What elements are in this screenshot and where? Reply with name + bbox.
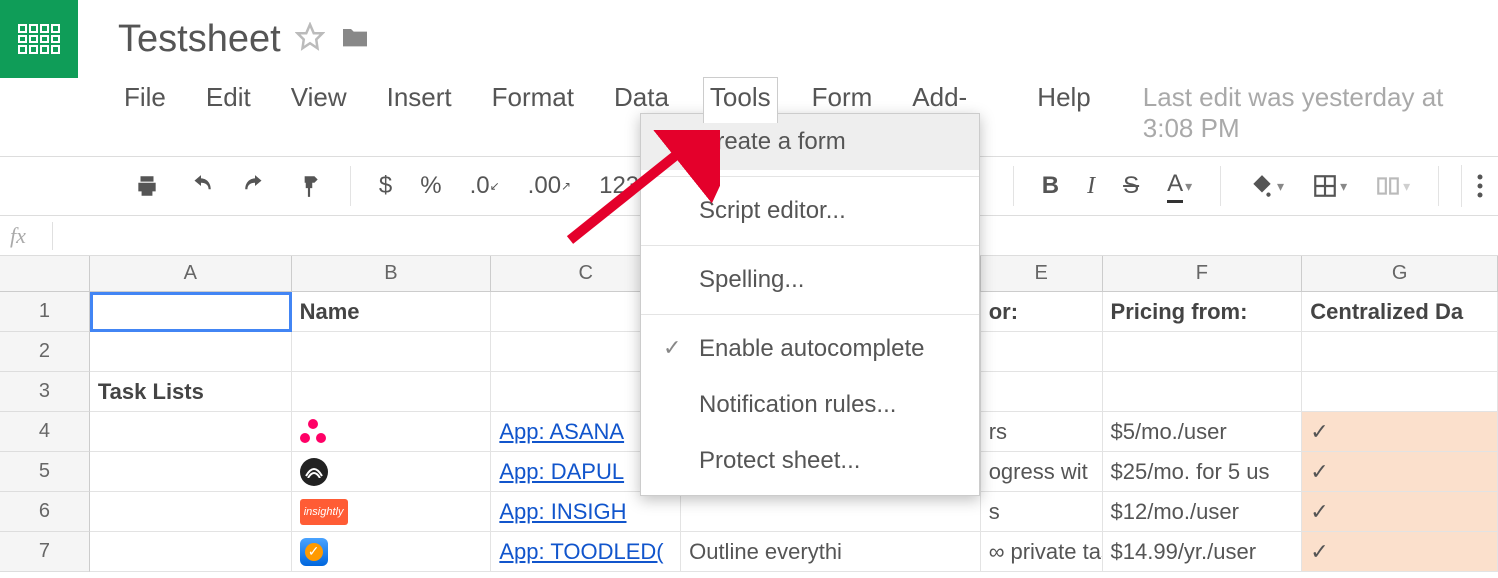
fill-color-icon[interactable]: ▾ — [1243, 169, 1290, 203]
italic-button[interactable]: I — [1081, 169, 1101, 204]
cell[interactable] — [90, 492, 292, 532]
cell[interactable] — [90, 412, 292, 452]
menu-edit[interactable]: Edit — [200, 78, 257, 117]
cell-E5[interactable]: ogress wit — [981, 452, 1103, 492]
cell[interactable] — [1302, 332, 1498, 372]
cell-B5-icon[interactable] — [292, 452, 492, 492]
menu-protect-sheet[interactable]: Protect sheet... — [641, 433, 979, 489]
cell[interactable] — [1302, 372, 1498, 412]
text-color-button[interactable]: A▾ — [1161, 166, 1198, 207]
menu-data[interactable]: Data — [608, 78, 675, 117]
cell[interactable] — [981, 332, 1103, 372]
undo-icon[interactable] — [182, 169, 220, 203]
menu-help[interactable]: Help — [1031, 78, 1096, 117]
strikethrough-button[interactable]: S — [1117, 168, 1145, 204]
select-all-corner[interactable] — [0, 256, 90, 291]
cell-F6[interactable]: $12/mo./user — [1103, 492, 1303, 532]
menu-form[interactable]: Form — [806, 78, 879, 117]
print-icon[interactable] — [128, 169, 166, 203]
folder-icon[interactable] — [339, 21, 371, 58]
menu-spelling[interactable]: Spelling... — [641, 252, 979, 308]
cell[interactable] — [981, 372, 1103, 412]
format-currency[interactable]: $ — [373, 168, 398, 204]
col-header-F[interactable]: F — [1103, 256, 1303, 291]
redo-icon[interactable] — [236, 169, 274, 203]
col-header-G[interactable]: G — [1302, 256, 1498, 291]
cell-A3[interactable]: Task Lists — [90, 372, 292, 412]
borders-icon[interactable]: ▾ — [1306, 169, 1353, 203]
cell[interactable] — [90, 332, 292, 372]
cell[interactable] — [292, 372, 492, 412]
cell-G4[interactable]: ✓ — [1302, 412, 1498, 452]
cell-F5[interactable]: $25/mo. for 5 us — [1103, 452, 1303, 492]
menu-script-editor[interactable]: Script editor... — [641, 183, 979, 239]
menu-file[interactable]: File — [118, 78, 172, 117]
row-header[interactable]: 4 — [0, 412, 90, 452]
more-toolbar-icon[interactable] — [1461, 165, 1498, 207]
cell-B6-icon[interactable]: insightly — [292, 492, 492, 532]
bold-button[interactable]: B — [1036, 168, 1065, 204]
last-edit-label[interactable]: Last edit was yesterday at 3:08 PM — [1143, 82, 1498, 144]
menu-format[interactable]: Format — [486, 78, 580, 117]
menu-enable-autocomplete[interactable]: Enable autocomplete — [641, 321, 979, 377]
cell-B1[interactable]: Name — [292, 292, 492, 332]
cell[interactable] — [1103, 332, 1303, 372]
star-icon[interactable] — [295, 22, 325, 57]
row-header[interactable]: 6 — [0, 492, 90, 532]
cell[interactable] — [681, 492, 981, 532]
paint-format-icon[interactable] — [290, 169, 328, 203]
cell-G5[interactable]: ✓ — [1302, 452, 1498, 492]
cell[interactable] — [292, 332, 492, 372]
cell[interactable] — [90, 532, 292, 572]
cell-E4[interactable]: rs — [981, 412, 1103, 452]
cell-G6[interactable]: ✓ — [1302, 492, 1498, 532]
menu-view[interactable]: View — [285, 78, 353, 117]
cell-F7[interactable]: $14.99/yr./user — [1103, 532, 1303, 572]
menu-notification-rules[interactable]: Notification rules... — [641, 377, 979, 433]
format-percent[interactable]: % — [414, 168, 447, 204]
col-header-E[interactable]: E — [981, 256, 1103, 291]
tools-dropdown: Create a form Script editor... Spelling.… — [640, 113, 980, 496]
row-header[interactable]: 7 — [0, 532, 90, 572]
increase-decimal[interactable]: .00↗ — [522, 168, 577, 204]
cell-G7[interactable]: ✓ — [1302, 532, 1498, 572]
cell-C6[interactable]: App: INSIGH — [491, 492, 681, 532]
row-header[interactable]: 2 — [0, 332, 90, 372]
row-header[interactable]: 3 — [0, 372, 90, 412]
cell-E7[interactable]: ∞ private tasks — [981, 532, 1103, 572]
cell-F4[interactable]: $5/mo./user — [1103, 412, 1303, 452]
cell-G1[interactable]: Centralized Da — [1302, 292, 1498, 332]
merge-cells-icon[interactable]: ▾ — [1369, 169, 1416, 203]
app-sheets-icon[interactable] — [0, 0, 78, 78]
row-header[interactable]: 5 — [0, 452, 90, 492]
menu-insert[interactable]: Insert — [381, 78, 458, 117]
cell-F1[interactable]: Pricing from: — [1103, 292, 1303, 332]
cell-E1[interactable]: or: — [981, 292, 1103, 332]
doc-title[interactable]: Testsheet — [118, 18, 281, 61]
cell-B7-icon[interactable]: ✓ — [292, 532, 492, 572]
menu-create-form[interactable]: Create a form — [641, 114, 979, 170]
col-header-B[interactable]: B — [292, 256, 492, 291]
cell-D7[interactable]: Outline everythi — [681, 532, 981, 572]
cell-A1[interactable] — [90, 292, 292, 332]
cell-E6[interactable]: s — [981, 492, 1103, 532]
row-header[interactable]: 1 — [0, 292, 90, 332]
decrease-decimal[interactable]: .0↙ — [464, 168, 506, 204]
cell[interactable] — [1103, 372, 1303, 412]
cell-C7[interactable]: App: TOODLED( — [491, 532, 681, 572]
fx-label: fx — [10, 223, 52, 249]
cell-B4-icon[interactable] — [292, 412, 492, 452]
cell[interactable] — [90, 452, 292, 492]
menu-tools[interactable]: Tools — [703, 77, 778, 123]
col-header-A[interactable]: A — [90, 256, 292, 291]
sheets-glyph — [18, 24, 60, 54]
